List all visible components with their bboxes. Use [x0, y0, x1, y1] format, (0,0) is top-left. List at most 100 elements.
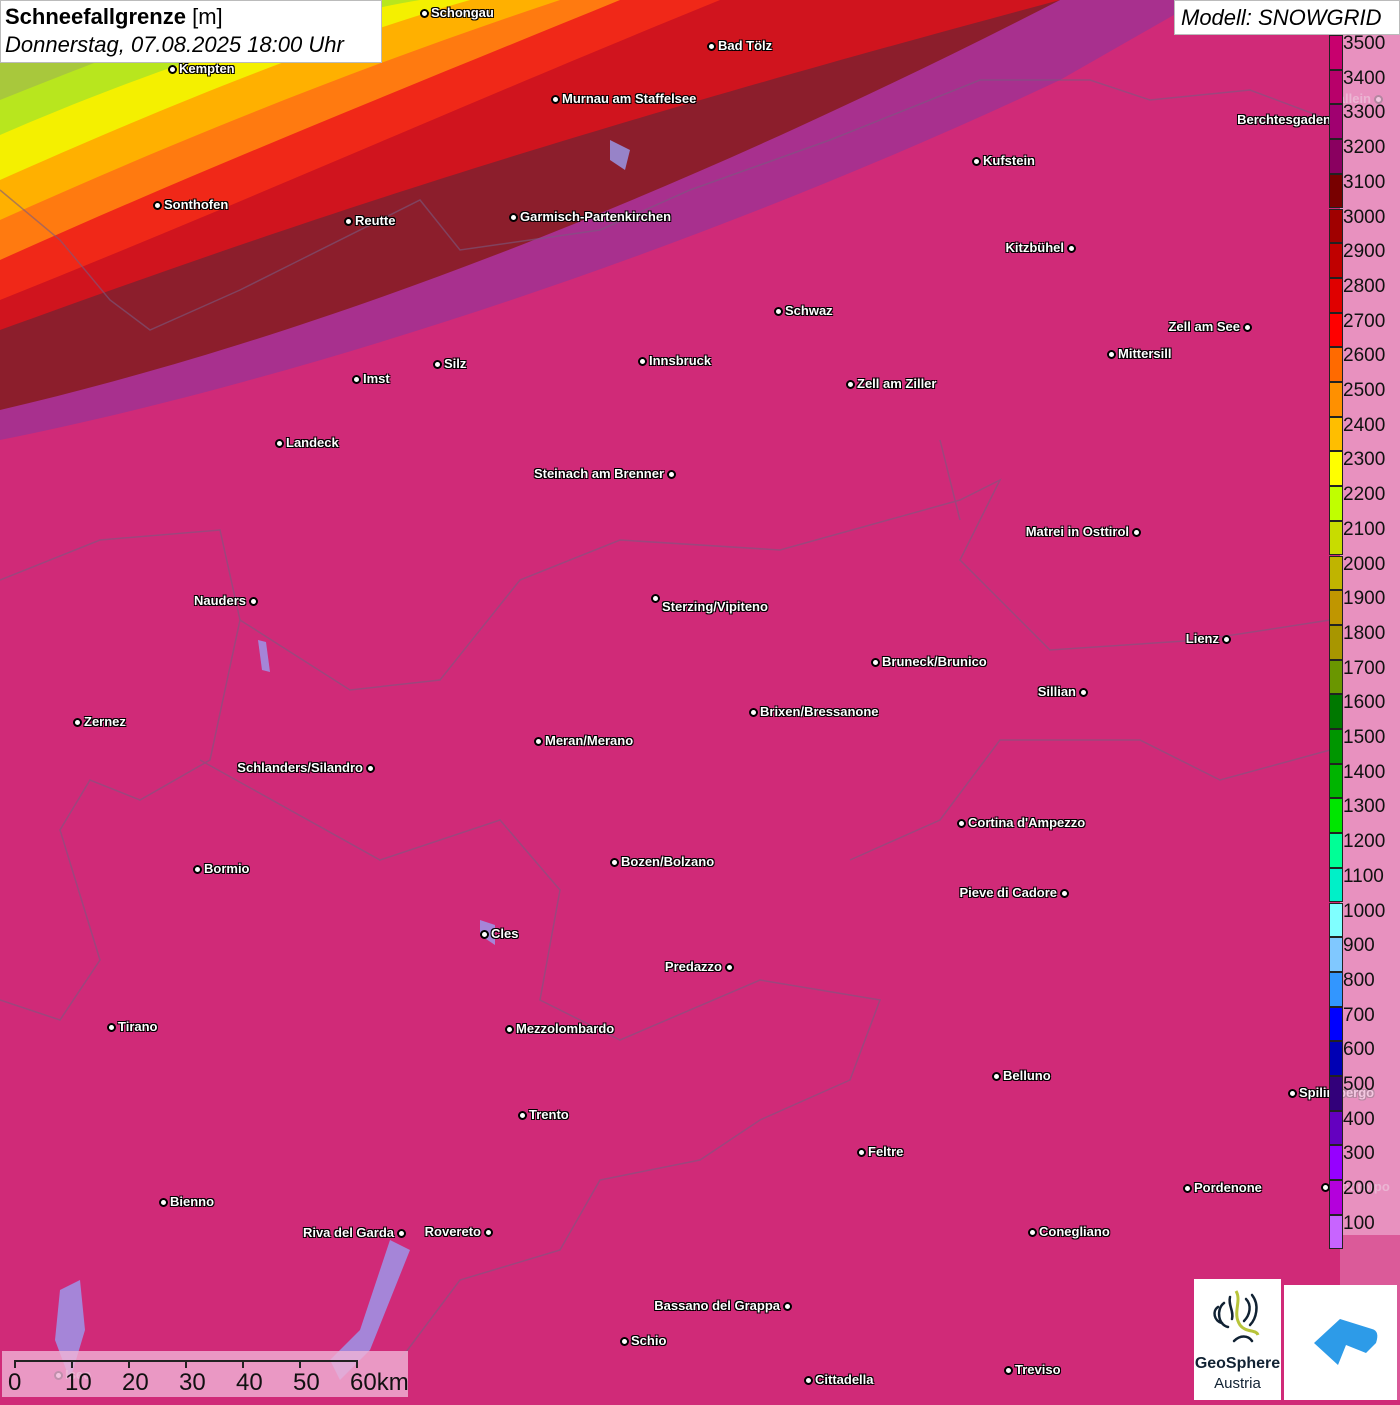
city-label: Feltre: [868, 1144, 904, 1159]
city-dot-icon: [957, 819, 966, 828]
city-label: Pieve di Cadore: [959, 885, 1057, 900]
city-dot-icon: [992, 1072, 1001, 1081]
legend-label: 1200: [1343, 831, 1386, 853]
city-dot-icon: [352, 375, 361, 384]
legend-label: 1400: [1343, 761, 1386, 783]
geosphere-contour-icon: [1213, 1290, 1260, 1343]
city-dot-icon: [344, 217, 353, 226]
city-dot-icon: [774, 307, 783, 316]
city-label: Predazzo: [664, 959, 722, 974]
city-label: Murnau am Staffelsee: [562, 91, 697, 106]
city-label: Steinach am Brenner: [533, 466, 664, 481]
legend-swatch: [1329, 277, 1343, 313]
legend-swatch: [1329, 520, 1343, 556]
city-dot-icon: [1067, 244, 1076, 253]
city-dot-icon: [857, 1148, 866, 1157]
city-label: Bienno: [170, 1194, 215, 1209]
legend-label: 3100: [1343, 171, 1386, 193]
city-label: Reutte: [355, 213, 396, 228]
city-dot-icon: [1132, 528, 1141, 537]
scale-tick: [128, 1360, 130, 1368]
scale-tick: [185, 1360, 187, 1368]
legend-label: 1100: [1343, 865, 1384, 887]
city-label: Sonthofen: [164, 197, 229, 212]
legend-swatch: [1329, 312, 1343, 348]
city-label: Garmisch-Partenkirchen: [520, 209, 672, 224]
city-dot-icon: [725, 963, 734, 972]
city-dot-icon: [620, 1337, 629, 1346]
scale-label: 30: [179, 1369, 206, 1396]
legend-label: 100: [1343, 1212, 1375, 1234]
legend-swatch: [1329, 971, 1343, 1007]
city-label: Matrei in Osttirol: [1025, 524, 1129, 539]
title-box: Schneefallgrenze [m] Donnerstag, 07.08.2…: [0, 0, 382, 63]
city-dot-icon: [1079, 688, 1088, 697]
scale-label: 0: [8, 1369, 22, 1396]
legend-label: 400: [1343, 1108, 1375, 1130]
legend-label: 2700: [1343, 310, 1386, 332]
legend-swatch: [1329, 902, 1343, 938]
app-logo[interactable]: [1284, 1285, 1397, 1400]
city-dot-icon: [1004, 1366, 1013, 1375]
legend-swatch: [1329, 798, 1343, 834]
legend-swatch: [1329, 69, 1343, 105]
city-dot-icon: [397, 1229, 406, 1238]
legend-label: 2100: [1343, 518, 1386, 540]
city-dot-icon: [804, 1376, 813, 1385]
geosphere-logo[interactable]: GeoSphere Austria: [1194, 1279, 1281, 1400]
legend-swatch: [1329, 382, 1343, 417]
legend-label: 2400: [1343, 414, 1386, 436]
city-dot-icon: [433, 360, 442, 369]
city-dot-icon: [509, 213, 518, 222]
city-dot-icon: [484, 1228, 493, 1237]
city-label: Schio: [631, 1333, 667, 1348]
map-datetime: Donnerstag, 07.08.2025 18:00 Uhr: [5, 32, 344, 57]
legend-label: 1000: [1343, 900, 1386, 922]
legend-swatch: [1329, 104, 1343, 140]
legend-label: 1300: [1343, 796, 1386, 818]
city-dot-icon: [638, 357, 647, 366]
city-label: Silz: [444, 356, 467, 371]
legend-label: 200: [1343, 1178, 1375, 1200]
city-dot-icon: [153, 201, 162, 210]
legend-swatch: [1329, 1076, 1343, 1111]
city-label: Berchtesgaden: [1237, 112, 1331, 127]
city-label: Rovereto: [424, 1224, 481, 1239]
city-dot-icon: [871, 658, 880, 667]
city-dot-icon: [168, 65, 177, 74]
city-dot-icon: [505, 1025, 514, 1034]
legend-label: 3000: [1343, 206, 1386, 228]
scale-tick: [242, 1360, 244, 1368]
legend-label: 3500: [1343, 33, 1386, 54]
scale-label: 40: [236, 1369, 263, 1396]
legend-label: 2300: [1343, 449, 1386, 471]
scale-tick: [299, 1360, 301, 1368]
scale-label: 10: [65, 1369, 92, 1396]
city-label: Bruneck/Brunico: [882, 654, 987, 669]
legend-swatch: [1329, 833, 1343, 868]
city-dot-icon: [249, 597, 258, 606]
city-dot-icon: [846, 380, 855, 389]
city-label: Zell am Ziller: [857, 376, 937, 391]
legend-swatch: [1329, 1145, 1343, 1181]
city-dot-icon: [534, 737, 543, 746]
legend-swatch: [1329, 243, 1343, 278]
legend-swatch: [1329, 416, 1343, 452]
city-label: Pordenone: [1194, 1180, 1262, 1195]
legend-swatch: [1329, 139, 1343, 174]
legend-swatch: [1329, 763, 1343, 799]
geosphere-country: Austria: [1214, 1375, 1261, 1392]
city-dot-icon: [972, 157, 981, 166]
city-dot-icon: [1060, 889, 1069, 898]
legend-swatch: [1329, 173, 1343, 209]
city-dot-icon: [518, 1111, 527, 1120]
geosphere-name: GeoSphere: [1194, 1355, 1281, 1372]
city-label: Trento: [529, 1107, 569, 1122]
legend-label: 2200: [1343, 484, 1386, 506]
legend-label: 500: [1343, 1074, 1375, 1095]
legend-swatch: [1329, 1006, 1343, 1042]
city-label: Innsbruck: [649, 353, 712, 368]
legend-label: 3200: [1343, 137, 1386, 159]
city-label: Schlanders/Silandro: [237, 760, 363, 775]
legend-label: 900: [1343, 935, 1375, 957]
